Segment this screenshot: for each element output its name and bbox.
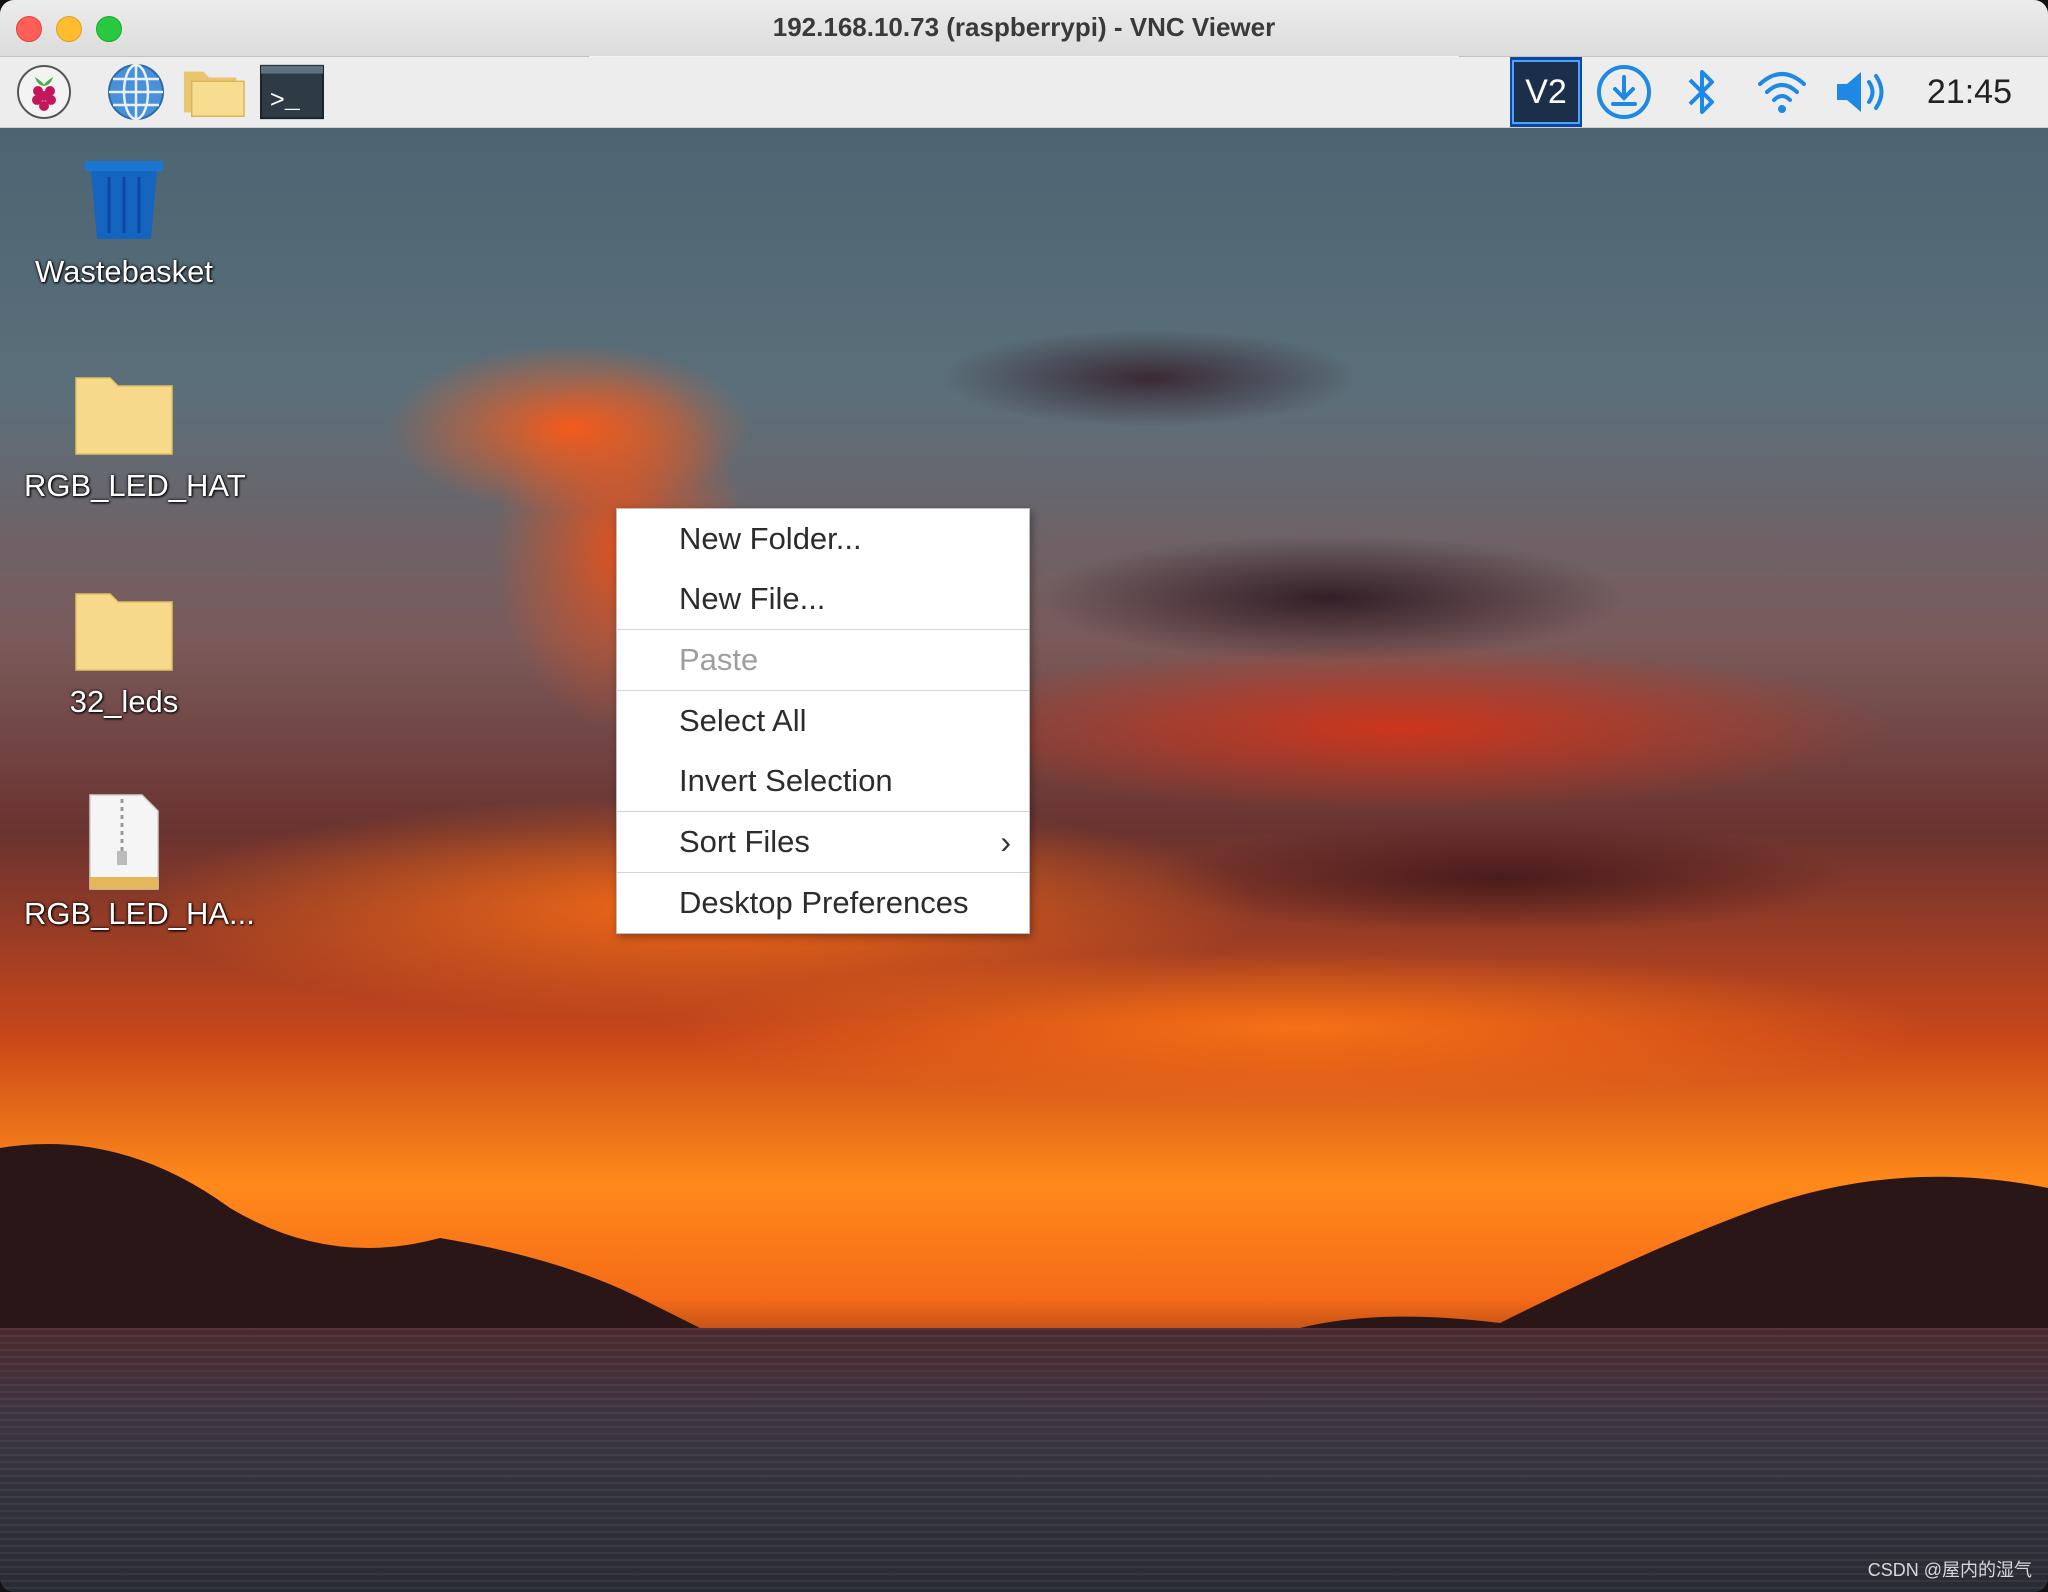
bluetooth-icon[interactable] [1670,62,1734,122]
trash-icon [24,150,224,250]
desktop-icon-rgb-led-hat[interactable]: RGB_LED_HAT [24,364,246,504]
desktop-icon-label: 32_leds [69,684,179,719]
menu-item-new-folder[interactable]: New Folder... [617,509,1029,569]
desktop-context-menu: New Folder... New File... Paste Select A… [616,508,1030,934]
wifi-icon[interactable] [1750,62,1814,122]
desktop-icon-label: RGB_LED_HA... [24,896,255,931]
desktop-icon-32-leds[interactable]: 32_leds [24,580,224,720]
menu-item-desktop-preferences[interactable]: Desktop Preferences [617,873,1029,933]
title-bar: 192.168.10.73 (raspberrypi) - VNC Viewer [0,0,2048,57]
vnc-glyph: V2 [1512,60,1580,124]
archive-file-icon [24,792,224,892]
menu-item-paste: Paste [679,642,759,677]
window-title: 192.168.10.73 (raspberrypi) - VNC Viewer [772,12,1276,42]
menu-item-invert-selection[interactable]: Invert Selection [617,751,1029,811]
web-browser-icon[interactable] [104,62,168,122]
terminal-glyph: >_ [270,87,301,116]
menu-item-new-file[interactable]: New File... [617,569,1029,629]
clock[interactable]: 21:45 [1927,73,2012,112]
folder-icon [24,580,224,680]
mountain-silhouette [0,1144,2048,1348]
volume-icon[interactable] [1830,62,1894,122]
vnc-viewer-window: 192.168.10.73 (raspberrypi) - VNC Viewer [0,0,2048,1592]
vnc-server-icon[interactable]: V2 [1510,57,1582,127]
folder-icon [24,364,224,464]
desktop-icon-rgb-led-hat-archive[interactable]: RGB_LED_HA... [24,792,255,932]
desktop-icon-label: Wastebasket [34,254,214,289]
desktop-icon-wastebasket[interactable]: Wastebasket [24,150,224,290]
menu-item-sort-files[interactable]: Sort Files › [617,812,1029,872]
menu-item-label: Sort Files [679,824,810,859]
watermark: CSDN @屋内的湿气 [1867,1560,2032,1580]
lake-water [0,1328,2048,1592]
raspberry-menu-icon[interactable] [12,62,76,122]
file-manager-icon[interactable] [182,62,246,122]
taskbar-panel: >_ V2 21:45 [0,57,2048,128]
download-updates-icon[interactable] [1592,62,1656,122]
chevron-right-icon: › [1000,824,1011,860]
desktop-icon-label: RGB_LED_HAT [24,468,246,503]
terminal-icon[interactable]: >_ [260,62,324,122]
menu-item-select-all[interactable]: Select All [617,691,1029,751]
